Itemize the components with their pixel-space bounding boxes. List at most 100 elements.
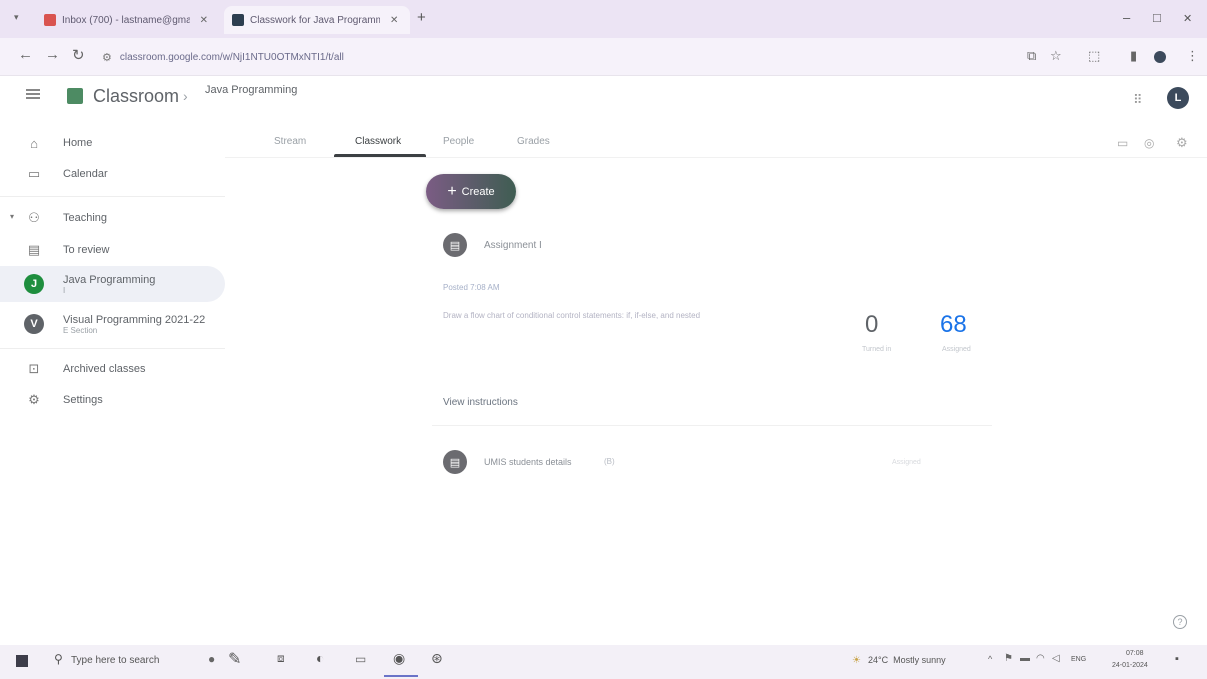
- tray-chevron-icon[interactable]: ^: [988, 654, 992, 664]
- chrome-icon[interactable]: ◉: [393, 650, 405, 667]
- weather-icon: ☀: [852, 655, 861, 666]
- tab-people[interactable]: People: [443, 136, 474, 147]
- notification-icon[interactable]: ▪: [1175, 653, 1179, 665]
- wifi-icon[interactable]: ◠: [1036, 653, 1045, 664]
- restore-button[interactable]: □: [1153, 10, 1161, 25]
- assigned-label: Assigned: [942, 346, 971, 353]
- review-icon: ▤: [27, 242, 41, 257]
- store-icon[interactable]: ⊛: [431, 650, 443, 667]
- browser-tab-strip: ▾ Inbox (700) - lastname@gmail.com ✕ Cla…: [0, 0, 1207, 38]
- sidebar-item-label: Visual Programming 2021-22: [63, 313, 206, 326]
- sidebar-item-java-programming[interactable]: J Java Programming I: [0, 266, 225, 302]
- sidebar-item-visual-programming[interactable]: V Visual Programming 2021-22 E Section: [0, 306, 225, 342]
- weather-text[interactable]: 24°C Mostly sunny: [868, 655, 946, 665]
- extensions-icon[interactable]: ⬚: [1088, 48, 1100, 64]
- site-info-icon[interactable]: ⚙: [102, 51, 112, 64]
- sidebar-divider: [0, 348, 225, 349]
- tab-search-chevron-icon[interactable]: ▾: [14, 12, 19, 23]
- assignment-title[interactable]: Assignment I: [484, 240, 542, 251]
- clock-date[interactable]: 24-01-2024: [1112, 662, 1148, 669]
- tab-stream[interactable]: Stream: [274, 136, 306, 147]
- sidebar-item-settings[interactable]: ⚙ Settings: [0, 385, 225, 415]
- sidebar-item-sub: E Section: [63, 325, 98, 335]
- app-header: [0, 76, 1207, 124]
- sidebar-item-text: Visual Programming 2021-22 E Section: [63, 314, 205, 335]
- network-icon[interactable]: ⚑: [1004, 653, 1013, 664]
- close-window-button[interactable]: ✕: [1183, 12, 1192, 25]
- tab-grades[interactable]: Grades: [517, 136, 550, 147]
- assignment-posted-time: Posted 7:08 AM: [443, 283, 500, 292]
- class-settings-icon[interactable]: ⚙: [1176, 135, 1188, 151]
- windows-start-icon[interactable]: [16, 655, 28, 667]
- volume-icon[interactable]: ◁: [1052, 653, 1060, 664]
- widgets-icon[interactable]: ●: [208, 652, 215, 666]
- browser-menu-icon[interactable]: ⋮: [1186, 48, 1199, 64]
- apps-grid-icon[interactable]: ⠿: [1133, 92, 1143, 108]
- edge-icon[interactable]: ◐: [316, 650, 324, 666]
- tab-close-icon[interactable]: ✕: [200, 15, 208, 26]
- create-button[interactable]: + Create: [426, 174, 516, 209]
- sidebar-item-label: Archived classes: [63, 363, 146, 375]
- sidebar-item-label: Teaching: [63, 212, 108, 224]
- sidebar-item-sub: I: [63, 285, 66, 295]
- app-name[interactable]: Classroom: [93, 86, 179, 107]
- help-icon[interactable]: ?: [1173, 615, 1187, 629]
- tab-title: Inbox (700) - lastname@gmail.com: [62, 14, 190, 26]
- card-divider: [432, 425, 992, 426]
- assignment-status: Assigned: [892, 459, 921, 466]
- clock-time[interactable]: 07:08: [1126, 650, 1144, 657]
- google-calendar-icon[interactable]: ▭: [1117, 136, 1128, 150]
- browser-tab-inbox[interactable]: Inbox (700) - lastname@gmail.com ✕: [36, 6, 216, 34]
- assignment-title[interactable]: UMIS students details: [484, 457, 572, 467]
- battery-icon[interactable]: ▬: [1020, 653, 1030, 664]
- sidebar-item-teaching[interactable]: ⚇ Teaching: [0, 203, 225, 233]
- sidebar-item-to-review[interactable]: ▤ To review: [0, 235, 225, 265]
- pen-tool-icon[interactable]: ✎: [228, 649, 241, 669]
- task-view-icon[interactable]: ⧈: [277, 651, 285, 666]
- course-title[interactable]: Java Programming: [205, 84, 297, 96]
- sidebar-item-label: Settings: [63, 394, 103, 406]
- browser-tab-classwork[interactable]: Classwork for Java Programming ✕: [224, 6, 410, 34]
- turned-in-label: Turned in: [862, 346, 892, 353]
- profile-icon[interactable]: [1154, 51, 1166, 63]
- turned-in-count[interactable]: 0: [865, 311, 878, 339]
- home-icon: ⌂: [30, 135, 38, 151]
- taskbar-search-input[interactable]: Type here to search: [71, 655, 159, 666]
- user-avatar[interactable]: L: [1167, 87, 1189, 109]
- tab-close-icon[interactable]: ✕: [390, 15, 398, 26]
- back-arrow-icon[interactable]: ←: [18, 46, 33, 63]
- view-instructions-link[interactable]: View instructions: [443, 397, 518, 408]
- sidebar-item-archived-classes[interactable]: ⊡ Archived classes: [0, 354, 225, 384]
- sidebar-item-label: Calendar: [63, 168, 108, 180]
- archive-icon: ⊡: [28, 361, 40, 376]
- tab-title: Classwork for Java Programming: [250, 14, 380, 26]
- create-button-label: Create: [461, 185, 495, 198]
- sidebar-item-calendar[interactable]: ▭ Calendar: [0, 159, 225, 189]
- sidebar-item-label: Home: [63, 137, 93, 149]
- calendar-icon: ▭: [27, 166, 41, 181]
- assignment-icon: ▤: [443, 450, 467, 474]
- forward-arrow-icon[interactable]: →: [45, 46, 60, 63]
- active-app-indicator: [384, 675, 418, 677]
- classroom-icon: [232, 14, 244, 26]
- main-menu-icon[interactable]: [26, 89, 40, 99]
- sidebar-item-home[interactable]: ⌂ Home: [0, 128, 225, 158]
- sidepanel-icon[interactable]: ▮: [1130, 48, 1137, 64]
- minimize-button[interactable]: –: [1123, 10, 1130, 25]
- tab-classwork[interactable]: Classwork: [355, 136, 401, 147]
- assignment-card[interactable]: [432, 222, 992, 422]
- sidebar-item-text: Java Programming I: [63, 274, 155, 295]
- sidebar-item-label: Java Programming: [63, 273, 156, 286]
- assignment-icon: ▤: [443, 233, 467, 257]
- new-tab-button[interactable]: +: [417, 9, 426, 26]
- file-explorer-icon[interactable]: ▭: [355, 652, 366, 666]
- reload-icon[interactable]: ↻: [72, 46, 85, 64]
- language-indicator[interactable]: ENG: [1071, 656, 1086, 663]
- settings-icon: ⚙: [28, 392, 40, 407]
- classroom-logo-icon: [67, 88, 83, 104]
- drive-folder-icon[interactable]: ◎: [1144, 136, 1154, 150]
- cast-icon[interactable]: ⧉: [1027, 48, 1036, 64]
- address-bar[interactable]: ⚙ classroom.google.com/w/NjI1NTU0OTMxNTI…: [98, 44, 998, 70]
- bookmark-star-icon[interactable]: ☆: [1050, 48, 1062, 64]
- assigned-count[interactable]: 68: [940, 311, 967, 339]
